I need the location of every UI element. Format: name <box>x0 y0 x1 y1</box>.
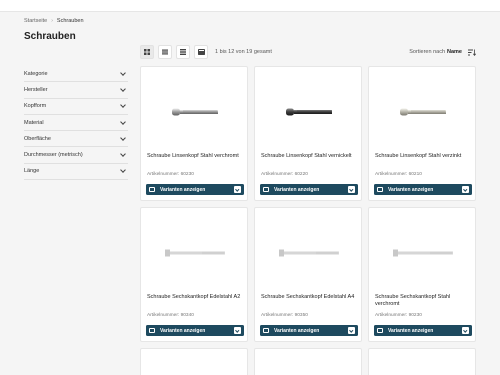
filter-kategorie[interactable]: Kategorie <box>24 66 128 83</box>
chevron-down-icon <box>234 186 241 193</box>
table-view-button[interactable] <box>194 45 208 59</box>
filter-label: Kopfform <box>24 103 47 110</box>
product-card[interactable]: Schraube Linsenkopf Stahl vernickelt Art… <box>254 66 362 201</box>
grid-view-button[interactable] <box>140 45 154 59</box>
sort-value: Name <box>447 49 462 55</box>
variants-icon <box>377 187 383 192</box>
product-card[interactable]: Schraube Linsenkopf Stahl verzinkt Artik… <box>368 66 476 201</box>
chevron-down-icon <box>120 86 126 92</box>
show-variants-button[interactable]: Varianten anzeigen <box>260 184 358 195</box>
chevron-down-icon <box>462 186 469 193</box>
show-variants-button[interactable]: Varianten anzeigen <box>260 325 358 336</box>
hex-head-screw-image <box>279 249 339 257</box>
filter-label: Durchmesser (metrisch) <box>24 152 83 159</box>
filter-label: Kategorie <box>24 70 48 77</box>
filter-material[interactable]: Material <box>24 115 128 132</box>
filter-label: Länge <box>24 168 40 175</box>
breadcrumb: Startseite › Schrauben <box>24 18 84 24</box>
filter-label: Oberfläche <box>24 135 51 142</box>
chevron-down-icon <box>462 327 469 334</box>
filter-laenge[interactable]: Länge <box>24 164 128 181</box>
variants-icon <box>377 328 383 333</box>
chevron-down-icon <box>120 69 126 76</box>
chevron-down-icon <box>348 186 355 193</box>
breadcrumb-home-link[interactable]: Startseite <box>24 18 47 24</box>
show-variants-label: Varianten anzeigen <box>274 327 320 334</box>
variants-icon <box>149 328 155 333</box>
product-name: Schraube Sechskantkopf Stahl verchromt <box>375 294 451 307</box>
chevron-down-icon <box>120 167 126 174</box>
product-image <box>141 77 249 147</box>
top-header-bar <box>0 0 500 12</box>
show-variants-button[interactable]: Varianten anzeigen <box>374 325 472 336</box>
compact-view-icon <box>180 49 186 55</box>
product-article-number: Artikelnummer: 90230 <box>375 313 422 318</box>
product-name: Schraube Linsenkopf Stahl verchromt <box>147 153 239 159</box>
product-article-number: Artikelnummer: 60220 <box>261 172 308 177</box>
chevron-down-icon <box>120 134 126 141</box>
breadcrumb-current: Schrauben <box>56 18 84 24</box>
product-card[interactable]: Schraube Sechskantkopf Edelstahl A4 Arti… <box>254 207 362 342</box>
variants-icon <box>149 187 155 192</box>
button-head-screw-zinc-image <box>400 108 446 116</box>
show-variants-label: Varianten anzeigen <box>160 186 206 193</box>
grid-view-icon <box>144 49 150 55</box>
product-card[interactable]: Schraube Sechskantkopf Stahl verchromt A… <box>368 207 476 342</box>
product-image <box>141 218 249 288</box>
result-count: 1 bis 12 von 19 gesamt <box>215 49 272 55</box>
table-view-icon <box>197 49 205 55</box>
sort-icon <box>468 49 476 56</box>
show-variants-label: Varianten anzeigen <box>388 186 434 193</box>
filter-oberflaeche[interactable]: Oberfläche <box>24 131 128 148</box>
sort-prefix: Sortieren nach <box>409 49 446 55</box>
product-name: Schraube Linsenkopf Stahl vernickelt <box>261 153 352 159</box>
product-card[interactable]: Schraube Linsenkopf Stahl verchromt Arti… <box>140 66 248 201</box>
hex-head-screw-image <box>165 249 225 257</box>
list-view-icon <box>162 49 168 55</box>
product-article-number: Artikelnummer: 90350 <box>261 313 308 318</box>
show-variants-button[interactable]: Varianten anzeigen <box>146 325 244 336</box>
listing-toolbar: 1 bis 12 von 19 gesamt Sortieren nach Na… <box>140 44 476 60</box>
product-card[interactable]: Schraube Sechskantkopf Edelstahl A2 Arti… <box>140 207 248 342</box>
product-article-number: Artikelnummer: 90340 <box>147 313 194 318</box>
product-image <box>369 77 477 147</box>
product-article-number: Artikelnummer: 60210 <box>375 172 422 177</box>
product-image <box>255 77 363 147</box>
product-name: Schraube Linsenkopf Stahl verzinkt <box>375 153 462 159</box>
chevron-down-icon <box>120 118 126 125</box>
show-variants-label: Varianten anzeigen <box>388 327 434 334</box>
product-name: Schraube Sechskantkopf Edelstahl A2 <box>147 294 241 300</box>
chevron-down-icon <box>120 102 126 109</box>
product-image <box>255 218 363 288</box>
button-head-screw-chrome-image <box>172 108 218 116</box>
product-article-number: Artikelnummer: 60230 <box>147 172 194 177</box>
filter-label: Material <box>24 119 44 126</box>
compact-view-button[interactable] <box>176 45 190 59</box>
variants-icon <box>263 187 269 192</box>
product-card[interactable] <box>254 348 362 375</box>
product-name: Schraube Sechskantkopf Edelstahl A4 <box>261 294 355 300</box>
chevron-down-icon <box>234 327 241 334</box>
sort-dropdown[interactable]: Sortieren nach Name <box>409 49 476 56</box>
show-variants-label: Varianten anzeigen <box>160 327 206 334</box>
filter-hersteller[interactable]: Hersteller <box>24 82 128 99</box>
product-card[interactable] <box>368 348 476 375</box>
variants-icon <box>263 328 269 333</box>
filter-kopfform[interactable]: Kopfform <box>24 99 128 115</box>
filter-sidebar: Kategorie Hersteller Kopfform Material O… <box>24 66 128 181</box>
product-card[interactable] <box>140 348 248 375</box>
chevron-down-icon <box>120 151 126 157</box>
product-image <box>369 218 477 288</box>
page-title: Schrauben <box>24 31 76 42</box>
filter-durchmesser[interactable]: Durchmesser (metrisch) <box>24 147 128 164</box>
chevron-down-icon <box>348 327 355 334</box>
filter-label: Hersteller <box>24 86 48 93</box>
button-head-screw-dark-image <box>286 108 332 116</box>
show-variants-button[interactable]: Varianten anzeigen <box>146 184 244 195</box>
show-variants-label: Varianten anzeigen <box>274 186 320 193</box>
list-view-button[interactable] <box>158 45 172 59</box>
chevron-right-icon: › <box>51 18 53 24</box>
hex-head-screw-image <box>393 249 453 257</box>
show-variants-button[interactable]: Varianten anzeigen <box>374 184 472 195</box>
